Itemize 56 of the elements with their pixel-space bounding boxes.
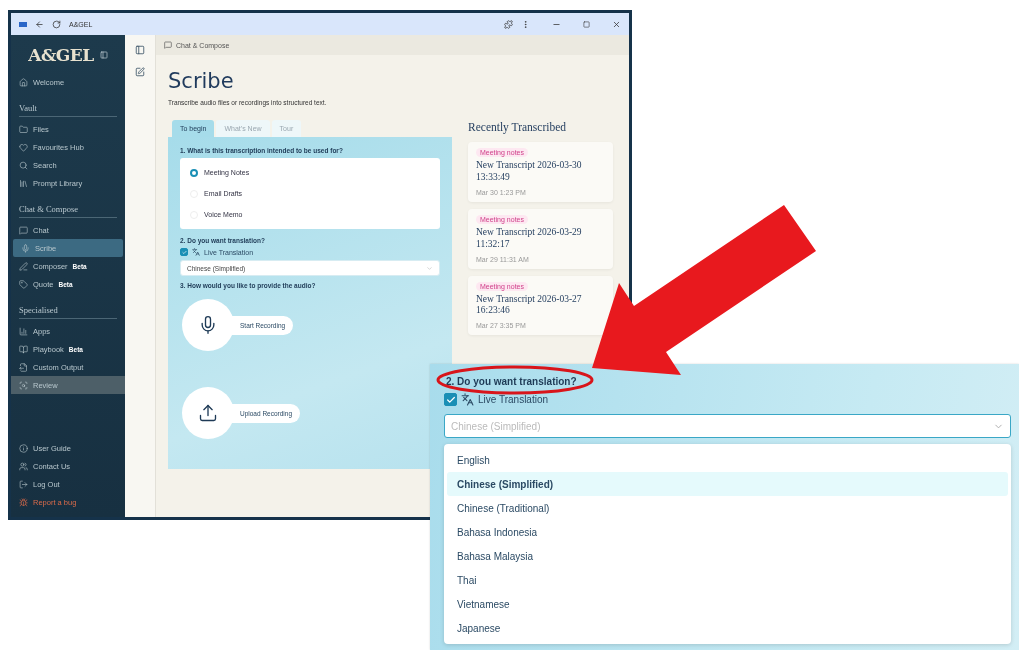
upload-button[interactable] (182, 387, 234, 439)
nav-icon (19, 77, 28, 87)
radio-button[interactable] (190, 168, 198, 177)
dropdown-option[interactable]: English (447, 448, 1008, 472)
nav-icon (19, 479, 28, 489)
section-title: Chat & Compose (19, 204, 117, 218)
section-title: Vault (19, 103, 117, 117)
transcript-title: New Transcript 2026-03-29 11:32:17 (476, 226, 583, 251)
question: 2. Do you want translation? (446, 376, 578, 387)
collapse-icon[interactable] (99, 51, 108, 59)
menu-icon[interactable] (521, 19, 530, 29)
section-title: Specialised (19, 305, 117, 319)
record-button[interactable] (182, 299, 234, 351)
refresh-icon[interactable] (52, 19, 61, 29)
dropdown-option[interactable]: Chinese (Traditional) (447, 496, 1008, 520)
nav-icon (19, 279, 28, 289)
back-icon[interactable] (35, 19, 44, 29)
checkbox[interactable] (444, 393, 457, 406)
dropdown-option[interactable]: Bahasa Malaysia (447, 544, 1008, 568)
nav-icon (19, 326, 28, 336)
chat-icon (164, 41, 172, 49)
upload-icon (198, 403, 218, 423)
nav-icon (19, 261, 28, 271)
new-chat-icon[interactable] (135, 67, 145, 77)
chevron-icon (426, 264, 433, 272)
nav-icon (19, 225, 28, 235)
dropdown-option[interactable]: Thai (447, 568, 1008, 592)
transcript-title: New Transcript 2026-03-30 13:33:49 (476, 160, 583, 184)
transcript-title: New Transcript 2026-03-27 16:23:46 (476, 293, 583, 318)
nav-icon (19, 344, 28, 354)
dropdown-option[interactable]: Bahasa Indonesia (447, 520, 1008, 544)
checkbox-label: Live Translation (478, 394, 549, 405)
translate-icon (461, 393, 474, 406)
page-title: Scribe (168, 69, 235, 93)
section-title: Recently Transcribed (468, 121, 568, 133)
nav-icon (19, 124, 28, 134)
app-icon (19, 21, 27, 27)
nav-icon (19, 380, 28, 390)
dropdown-option[interactable]: Vietnamese (447, 592, 1008, 616)
nav-icon (21, 243, 30, 253)
maximize-icon[interactable] (583, 20, 590, 28)
puzzle-icon[interactable] (504, 19, 513, 29)
nav-icon (19, 178, 28, 188)
nav-icon (19, 160, 28, 170)
close-icon[interactable] (612, 19, 621, 29)
dropdown-option[interactable]: Japanese (447, 616, 1008, 640)
nav-icon (19, 142, 28, 152)
logo: A&GEL (28, 45, 94, 65)
panel-icon[interactable] (135, 45, 145, 55)
nav-icon (19, 443, 28, 453)
nav-icon (19, 461, 28, 471)
translate-icon (192, 248, 200, 256)
nav-icon (19, 362, 28, 372)
nav-icon (19, 497, 28, 507)
dropdown-option[interactable]: Chinese (Simplified) (447, 472, 1008, 496)
checkbox[interactable] (180, 248, 188, 256)
